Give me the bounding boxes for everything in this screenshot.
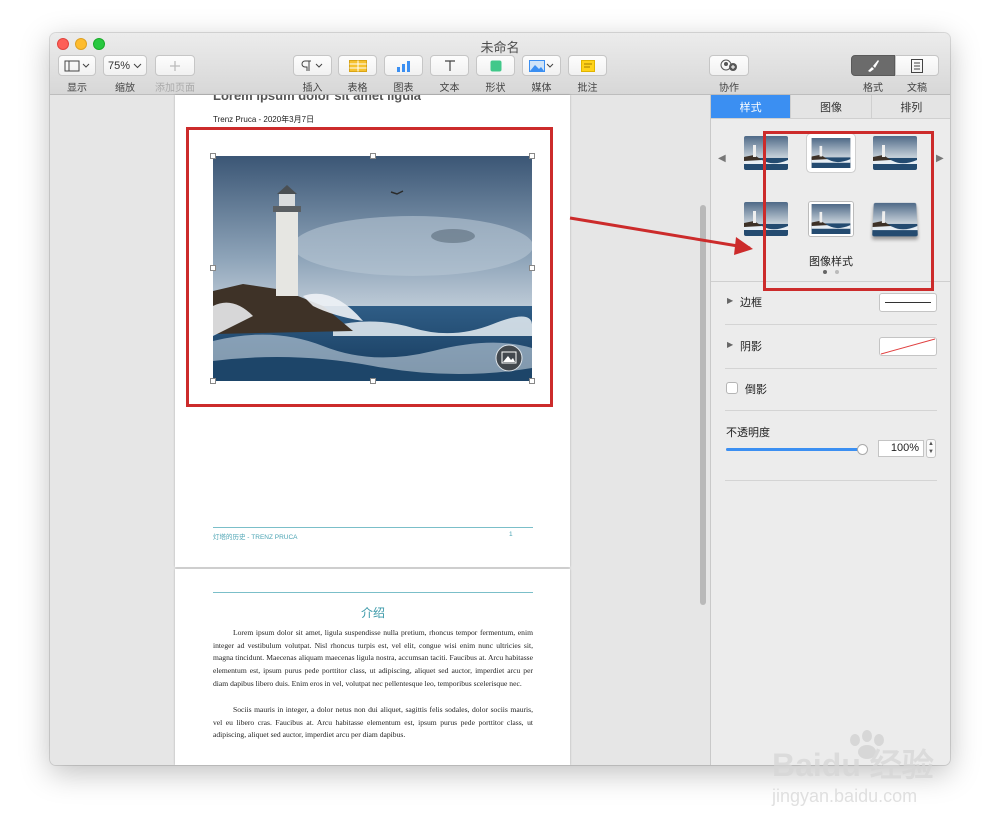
table-icon bbox=[348, 59, 367, 72]
shape-icon bbox=[490, 60, 501, 71]
media-button[interactable] bbox=[522, 55, 561, 76]
media-label: 媒体 bbox=[531, 83, 552, 94]
table-label: 表格 bbox=[347, 83, 368, 94]
opacity-slider-knob[interactable] bbox=[857, 444, 868, 455]
disclosure-triangle-icon[interactable]: ▶ bbox=[727, 296, 733, 305]
shadow-style-well[interactable] bbox=[879, 337, 937, 356]
paintbrush-icon bbox=[868, 60, 879, 72]
divider bbox=[725, 324, 937, 325]
page-footer: 灯塔的历史 - TRENZ PRUCA bbox=[213, 534, 298, 541]
text-icon bbox=[444, 59, 455, 71]
opacity-slider[interactable] bbox=[726, 444, 868, 455]
comment-icon bbox=[580, 59, 595, 72]
opacity-stepper[interactable]: ▲ ▼ bbox=[926, 439, 936, 458]
tab-arrange[interactable]: 排列 bbox=[871, 95, 950, 118]
sidebar-layout-icon bbox=[64, 60, 90, 71]
divider bbox=[725, 410, 937, 411]
body-paragraph[interactable]: Sociis mauris in integer, a dolor netus … bbox=[213, 704, 533, 742]
comment-button[interactable] bbox=[568, 55, 607, 76]
section-rule bbox=[213, 592, 533, 593]
baidu-watermark: Baidu 经验 jingyan.baidu.com bbox=[770, 728, 960, 808]
tab-style[interactable]: 样式 bbox=[711, 95, 792, 118]
divider bbox=[725, 368, 937, 369]
body-paragraph[interactable]: Lorem ipsum dolor sit amet, ligula suspe… bbox=[213, 627, 533, 691]
document-byline[interactable]: Trenz Pruca - 2020年3月7日 bbox=[213, 114, 314, 125]
toolbar: 未命名 显示 75% 缩放 添加页面 插入 表格 图表 文本 形状 媒体 批注 … bbox=[50, 33, 950, 95]
opacity-slider-fill bbox=[726, 448, 863, 451]
chart-label: 图表 bbox=[393, 83, 414, 94]
reflection-checkbox[interactable] bbox=[726, 382, 738, 394]
divider bbox=[725, 480, 937, 481]
annotation-arrow bbox=[569, 216, 753, 255]
plus-icon bbox=[170, 60, 180, 71]
document-label: 文稿 bbox=[907, 83, 927, 94]
annotation-box-image bbox=[186, 127, 553, 407]
zoom-label: 缩放 bbox=[115, 83, 135, 94]
text-button[interactable] bbox=[430, 55, 469, 76]
add-person-icon bbox=[720, 59, 737, 71]
border-style-well[interactable] bbox=[879, 293, 937, 312]
none-slash-icon bbox=[880, 338, 936, 355]
insert-label: 插入 bbox=[302, 83, 323, 94]
opacity-label: 不透明度 bbox=[726, 427, 770, 439]
disclosure-triangle-icon[interactable]: ▶ bbox=[727, 340, 733, 349]
border-label[interactable]: 边框 bbox=[740, 294, 762, 310]
comment-label: 批注 bbox=[577, 83, 598, 94]
photo-icon bbox=[528, 59, 553, 72]
chevron-right-icon[interactable]: ▶ bbox=[936, 153, 944, 164]
document-button[interactable] bbox=[895, 55, 939, 76]
annotation-box-styles bbox=[763, 131, 934, 291]
document-icon bbox=[911, 58, 923, 73]
tab-image[interactable]: 图像 bbox=[791, 95, 872, 118]
view-button[interactable] bbox=[58, 55, 96, 76]
text-label: 文本 bbox=[439, 83, 460, 94]
chart-button[interactable] bbox=[384, 55, 423, 76]
vertical-scrollbar[interactable] bbox=[700, 205, 706, 605]
chevron-left-icon[interactable]: ◀ bbox=[718, 153, 726, 164]
section-title[interactable]: 介绍 bbox=[213, 604, 533, 621]
add-page-label: 添加页面 bbox=[155, 83, 195, 94]
watermark-url: jingyan.baidu.com bbox=[771, 786, 917, 806]
format-button[interactable] bbox=[851, 55, 895, 76]
add-page-button[interactable] bbox=[155, 55, 195, 76]
collaborate-label: 协作 bbox=[719, 83, 739, 94]
paragraph-icon bbox=[301, 60, 322, 71]
view-label: 显示 bbox=[67, 83, 87, 94]
baidu-paw-logo: Baidu 经验 jingyan.baidu.com bbox=[771, 730, 934, 806]
footer-rule bbox=[213, 527, 533, 528]
shape-label: 形状 bbox=[485, 83, 506, 94]
window-title: 未命名 bbox=[480, 40, 520, 55]
bar-chart-icon bbox=[396, 60, 410, 72]
shape-button[interactable] bbox=[476, 55, 515, 76]
shadow-label[interactable]: 阴影 bbox=[740, 338, 762, 354]
inspector-tabs: 样式 图像 排列 bbox=[711, 95, 950, 119]
format-label: 格式 bbox=[863, 83, 883, 94]
zoom-value: 75% bbox=[107, 59, 131, 72]
zoom-select[interactable]: 75% bbox=[103, 55, 147, 76]
line-style-swatch bbox=[885, 302, 931, 303]
watermark-brand: Baidu 经验 bbox=[772, 747, 934, 783]
table-button[interactable] bbox=[338, 55, 377, 76]
insert-button[interactable] bbox=[293, 55, 332, 76]
page-number: 1 bbox=[509, 531, 513, 538]
chevron-down-icon bbox=[133, 63, 142, 68]
collaborate-button[interactable] bbox=[709, 55, 749, 76]
opacity-field[interactable]: 100% bbox=[878, 440, 924, 457]
reflection-label[interactable]: 倒影 bbox=[745, 381, 767, 397]
